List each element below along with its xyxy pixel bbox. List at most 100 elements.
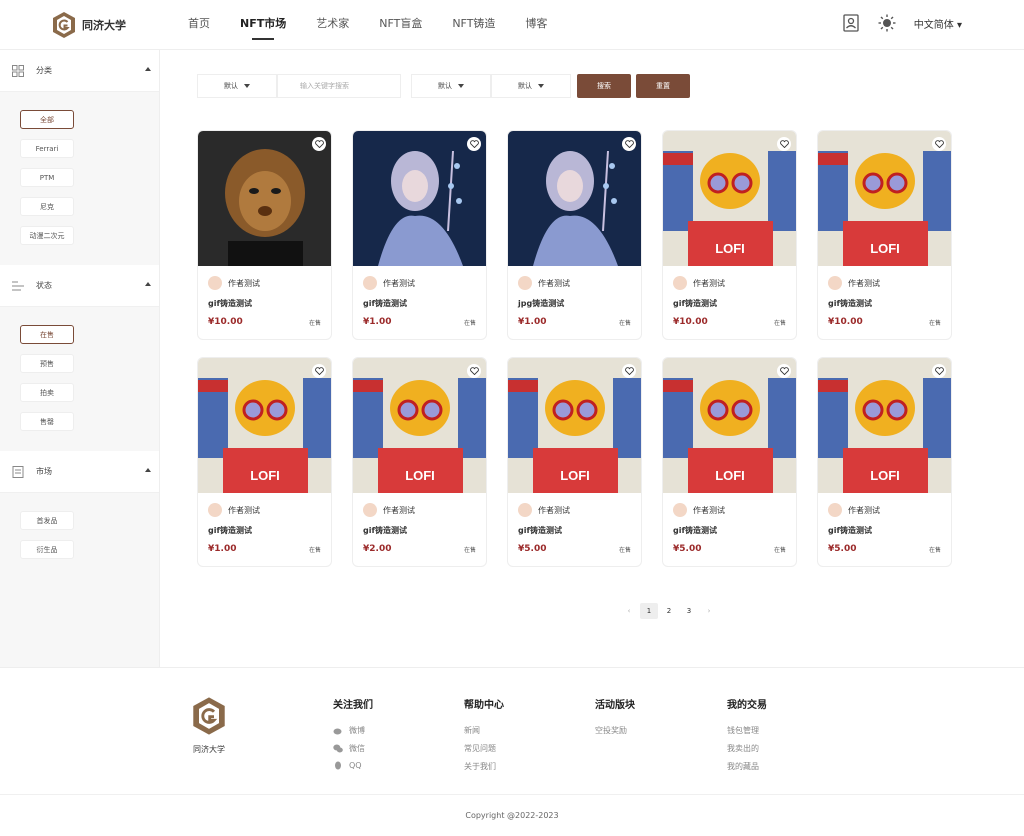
nav-blind-box[interactable]: NFT盲盒 [379,0,422,50]
nft-artwork[interactable] [353,131,486,266]
nav-mint[interactable]: NFT铸造 [452,0,495,50]
nft-card-4[interactable]: LOFI 作者测试 gif铸造测试 ¥10.00 在售 [662,130,797,340]
favorite-heart-icon[interactable] [622,364,636,378]
status-section-header[interactable]: 状态 [0,265,159,307]
market-section-header[interactable]: 市场 [0,451,159,493]
footer-link-wallet[interactable]: 钱包管理 [727,725,767,736]
favorite-heart-icon[interactable] [622,137,636,151]
footer-link-weibo[interactable]: 微博 [333,725,373,736]
author-name: 作者测试 [538,278,570,288]
avatar [828,503,842,517]
favorite-heart-icon[interactable] [777,364,791,378]
chip-primary[interactable]: 首发品 [20,511,74,530]
favorite-heart-icon[interactable] [312,364,326,378]
page-2[interactable]: 2 [660,603,678,619]
chip-ptm[interactable]: PTM [20,168,74,187]
nft-title: gif铸造测试 [828,299,872,308]
nft-artwork[interactable]: LOFI [353,358,486,493]
nft-card-10[interactable]: LOFI 作者测试 gif铸造测试 ¥5.00 在售 [817,357,952,567]
chip-auction[interactable]: 拍卖 [20,383,74,402]
nft-artwork[interactable]: LOFI [508,358,641,493]
footer-link-sold[interactable]: 我卖出的 [727,743,767,754]
top-header: 同济大学 首页 NFT市场 艺术家 NFT盲盒 NFT铸造 博客 中文简体 ▾ [0,0,1024,50]
favorite-heart-icon[interactable] [467,137,481,151]
filter-bar: 默认 输入关键字搜索 默认 默认 搜索 重置 [197,74,690,98]
page-3[interactable]: 3 [680,603,698,619]
dropdown-caret-icon [244,84,250,88]
favorite-heart-icon[interactable] [932,364,946,378]
nft-artwork[interactable]: LOFI [663,131,796,266]
category-section-header[interactable]: 分类 [0,50,159,92]
author-name: 作者测试 [228,278,260,288]
nft-title: jpg铸造测试 [518,299,565,308]
theme-sun-icon[interactable] [878,14,896,32]
favorite-heart-icon[interactable] [312,137,326,151]
footer-link-about[interactable]: 关于我们 [464,761,504,772]
nft-artwork[interactable]: LOFI [198,358,331,493]
status-badge: 在售 [308,546,321,554]
nft-card-1[interactable]: 作者测试 gif铸造测试 ¥10.00 在售 [197,130,332,340]
footer-link-airdrop[interactable]: 空投奖励 [595,725,635,736]
footer-link-faq[interactable]: 常见问题 [464,743,504,754]
nft-card-9[interactable]: LOFI 作者测试 gif铸造测试 ¥5.00 在售 [662,357,797,567]
nft-card-7[interactable]: LOFI 作者测试 gif铸造测试 ¥2.00 在售 [352,357,487,567]
favorite-heart-icon[interactable] [932,137,946,151]
status-badge: 在售 [463,319,476,327]
nft-artwork[interactable]: LOFI [818,358,951,493]
search-button[interactable]: 搜索 [577,74,631,98]
user-profile-icon[interactable] [842,14,860,32]
qq-icon [335,761,341,770]
chip-sold-out[interactable]: 售罄 [20,412,74,431]
nav-blog[interactable]: 博客 [525,0,547,50]
chip-presale[interactable]: 预售 [20,354,74,373]
logo[interactable]: 同济大学 [52,11,126,39]
sort-select-2[interactable]: 默认 [411,74,491,98]
footer-link-collection[interactable]: 我的藏品 [727,761,767,772]
nft-artwork[interactable] [198,131,331,266]
logo-icon [193,697,225,735]
avatar [363,276,377,290]
nft-card-5[interactable]: LOFI 作者测试 gif铸造测试 ¥10.00 在售 [817,130,952,340]
author-row: 作者测试 [663,266,796,290]
chip-nick[interactable]: 尼克 [20,197,74,216]
lofi-label: LOFI [870,468,900,483]
avatar [363,503,377,517]
nav-nft-market[interactable]: NFT市场 [240,0,286,50]
nav-artists[interactable]: 艺术家 [316,0,349,50]
nft-card-3[interactable]: 作者测试 jpg铸造测试 ¥1.00 在售 [507,130,642,340]
search-input[interactable]: 输入关键字搜索 [277,74,401,98]
nft-card-8[interactable]: LOFI 作者测试 gif铸造测试 ¥5.00 在售 [507,357,642,567]
avatar [518,503,532,517]
language-selector[interactable]: 中文简体 ▾ [914,16,962,31]
chip-anime[interactable]: 动漫二次元 [20,226,74,245]
chip-ferrari[interactable]: Ferrari [20,139,74,158]
nft-price: ¥1.00 [518,317,547,327]
chip-derivative[interactable]: 衍生品 [20,540,74,559]
author-name: 作者测试 [538,505,570,515]
lofi-label: LOFI [405,468,435,483]
nft-card-2[interactable]: 作者测试 gif铸造测试 ¥1.00 在售 [352,130,487,340]
favorite-heart-icon[interactable] [467,364,481,378]
nft-artwork[interactable] [508,131,641,266]
next-page-button[interactable]: › [700,603,718,619]
nft-artwork[interactable]: LOFI [663,358,796,493]
footer-link-news[interactable]: 新闻 [464,725,504,736]
reset-button[interactable]: 重置 [636,74,690,98]
sort-select-1[interactable]: 默认 [197,74,277,98]
chip-all[interactable]: 全部 [20,110,74,129]
status-badge: 在售 [618,546,631,554]
chip-on-sale[interactable]: 在售 [20,325,74,344]
footer-link-qq[interactable]: QQ [333,761,373,770]
nft-card-6[interactable]: LOFI 作者测试 gif铸造测试 ¥1.00 在售 [197,357,332,567]
sort-select-3[interactable]: 默认 [491,74,571,98]
category-chips: 全部 Ferrari PTM 尼克 动漫二次元 [0,92,159,265]
prev-page-button[interactable]: ‹ [620,603,638,619]
nav-home[interactable]: 首页 [188,0,210,50]
footer-link-wechat[interactable]: 微信 [333,743,373,754]
collapse-caret-icon [145,282,151,286]
page-1[interactable]: 1 [640,603,658,619]
nft-artwork[interactable]: LOFI [818,131,951,266]
favorite-heart-icon[interactable] [777,137,791,151]
nft-price: ¥1.00 [363,317,392,327]
wechat-icon [333,744,343,753]
